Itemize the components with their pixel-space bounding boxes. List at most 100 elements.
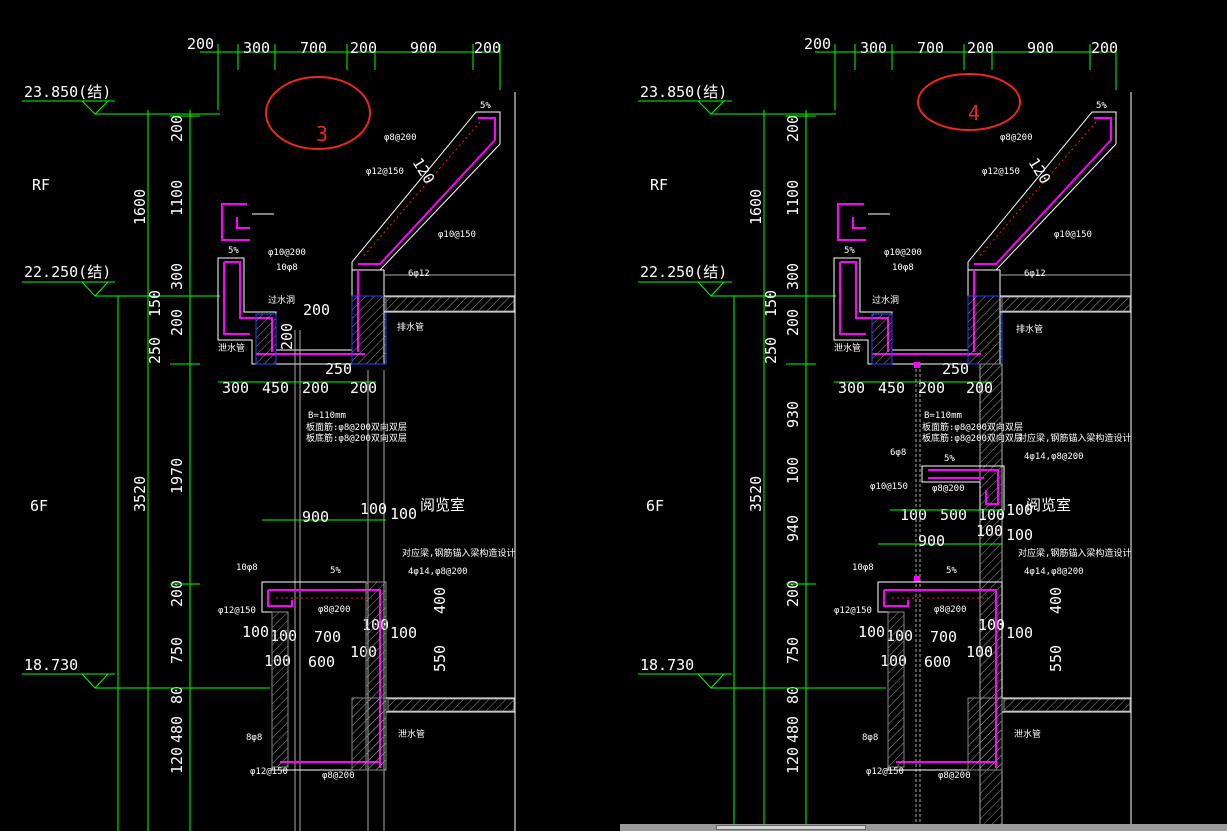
rebar-label: φ12@150 bbox=[366, 167, 404, 177]
gutter-dim: 200 bbox=[350, 379, 377, 397]
level-label: 23.850(结) bbox=[640, 83, 727, 101]
note: 排水管 bbox=[397, 321, 424, 333]
dim-inner: 80 bbox=[784, 686, 802, 704]
gutter-dim: 200 bbox=[303, 301, 330, 319]
rebar-label: φ10@150 bbox=[1054, 230, 1092, 240]
room-name: 阅览室 bbox=[420, 496, 465, 514]
mid-dim: 500 bbox=[940, 506, 967, 524]
top-dim: 700 bbox=[300, 39, 327, 57]
top-dim: 200 bbox=[967, 39, 994, 57]
annotation-number: 4 bbox=[968, 101, 980, 125]
note: 泄水管 bbox=[834, 342, 861, 354]
gutter-dim: 300 bbox=[222, 379, 249, 397]
top-dim: 300 bbox=[243, 39, 270, 57]
slab-note-line: 板底筋:φ8@200双向双层 bbox=[306, 432, 407, 444]
dim-inner: 200 bbox=[168, 309, 186, 336]
rebar-label: φ10@150 bbox=[438, 230, 476, 240]
dim-inner: 1970 bbox=[168, 458, 186, 494]
dim-inner: 200 bbox=[784, 309, 802, 336]
rebar-label: 5% bbox=[944, 454, 955, 464]
rebar-label: φ8@200 bbox=[1000, 133, 1033, 143]
scrollbar-thumb[interactable] bbox=[716, 825, 866, 830]
gutter-dim: 450 bbox=[878, 379, 905, 397]
beam-note: 对应梁,钢筋锚入梁构造设计 bbox=[1018, 432, 1131, 444]
level-label: 18.730 bbox=[24, 656, 78, 674]
lower-dim: 100 bbox=[978, 616, 1005, 634]
lower-dim: 900 bbox=[302, 508, 329, 526]
dim-inner: 150 bbox=[146, 290, 164, 317]
lower-dim: 100 bbox=[1006, 526, 1033, 544]
horizontal-scrollbar[interactable] bbox=[620, 824, 1227, 831]
dim-inner: 200 bbox=[784, 115, 802, 142]
beam-note: 4φ14,φ8@200 bbox=[1024, 452, 1084, 462]
top-dim: 300 bbox=[860, 39, 887, 57]
floor-label-6f: 6F bbox=[646, 497, 664, 515]
rebar-label: φ8@200 bbox=[932, 484, 965, 494]
dim-inner: 300 bbox=[168, 263, 186, 290]
gutter-dim: 200 bbox=[278, 323, 296, 350]
lower-dim: 100 bbox=[976, 522, 1003, 540]
note: 过水洞 bbox=[268, 294, 295, 306]
top-dim: 200 bbox=[350, 39, 377, 57]
lower-dim: 900 bbox=[918, 532, 945, 550]
gutter-dim: 450 bbox=[262, 379, 289, 397]
gutter-dim: 250 bbox=[942, 360, 969, 378]
rebar-label: 5% bbox=[1096, 101, 1107, 111]
top-dim: 200 bbox=[187, 35, 214, 53]
top-dim: 900 bbox=[410, 39, 437, 57]
dim-inner: 480 bbox=[168, 716, 186, 743]
level-label: 22.250(结) bbox=[640, 263, 727, 281]
rebar-label: φ8@200 bbox=[322, 771, 355, 781]
level-marker-low: 18.730 bbox=[22, 656, 270, 689]
gutter-dim: 250 bbox=[325, 360, 352, 378]
dim-outer: 3520 bbox=[131, 476, 149, 512]
rebar-label: 6φ12 bbox=[1024, 269, 1046, 279]
level-label: 22.250(结) bbox=[24, 263, 111, 281]
dim-inner: 750 bbox=[168, 637, 186, 664]
slab-note-line: 板面筋:φ8@200双向双层 bbox=[922, 421, 1023, 433]
section-symbol-icon bbox=[837, 203, 890, 241]
slab-note-line: B=110mm bbox=[924, 411, 962, 421]
rebar-label: 6φ8 bbox=[890, 448, 906, 458]
lower-dim: 100 bbox=[390, 624, 417, 642]
top-dim: 700 bbox=[917, 39, 944, 57]
rebar-label: φ10@200 bbox=[268, 248, 306, 258]
rebar-label: φ8@200 bbox=[934, 605, 967, 615]
lower-dim: 400 bbox=[431, 587, 449, 614]
dim-inner: 120 bbox=[784, 747, 802, 774]
gutter-dim: 300 bbox=[838, 379, 865, 397]
slab-note-line: B=110mm bbox=[308, 411, 346, 421]
gutter-dim: 200 bbox=[966, 379, 993, 397]
rebar-label: 5% bbox=[330, 566, 341, 576]
floor-label-rf: RF bbox=[650, 176, 668, 194]
note: 泄水管 bbox=[398, 728, 425, 740]
top-dim: 200 bbox=[804, 35, 831, 53]
rebar-label: φ8@200 bbox=[318, 605, 351, 615]
dim-outer: 1600 bbox=[747, 189, 765, 225]
lower-dim: 700 bbox=[314, 628, 341, 646]
room-name: 阅览室 bbox=[1026, 496, 1071, 514]
lower-dim: 550 bbox=[431, 645, 449, 672]
lower-dim: 100 bbox=[360, 500, 387, 518]
lower-dim: 100 bbox=[1006, 624, 1033, 642]
dim-inner: 100 bbox=[784, 457, 802, 484]
dim-inner: 300 bbox=[784, 263, 802, 290]
lower-beam-section: 900 100 100 400 550 700 600 100 100 100 … bbox=[218, 500, 515, 781]
section-panel-right: 200 300 700 200 900 200 23.850(结) 22.250… bbox=[638, 35, 1132, 831]
floor-label-6f: 6F bbox=[30, 497, 48, 515]
rebar-label: 5% bbox=[480, 101, 491, 111]
mid-dim: 100 bbox=[900, 506, 927, 524]
dim-inner: 940 bbox=[784, 515, 802, 542]
rebar-label: 10φ8 bbox=[852, 563, 874, 573]
note: 过水洞 bbox=[872, 294, 899, 306]
rebar-label: 10φ8 bbox=[276, 263, 298, 273]
level-label: 23.850(结) bbox=[24, 83, 111, 101]
rebar-label: φ12@150 bbox=[218, 606, 256, 616]
top-dim: 200 bbox=[1091, 39, 1118, 57]
top-dim: 200 bbox=[474, 39, 501, 57]
top-dimension-chain: 200 300 700 200 900 200 bbox=[187, 35, 501, 110]
lower-dim: 100 bbox=[242, 623, 269, 641]
rebar-label: φ10@200 bbox=[884, 248, 922, 258]
dim-inner: 480 bbox=[784, 716, 802, 743]
beam-note: 4φ14,φ8@200 bbox=[408, 567, 468, 577]
